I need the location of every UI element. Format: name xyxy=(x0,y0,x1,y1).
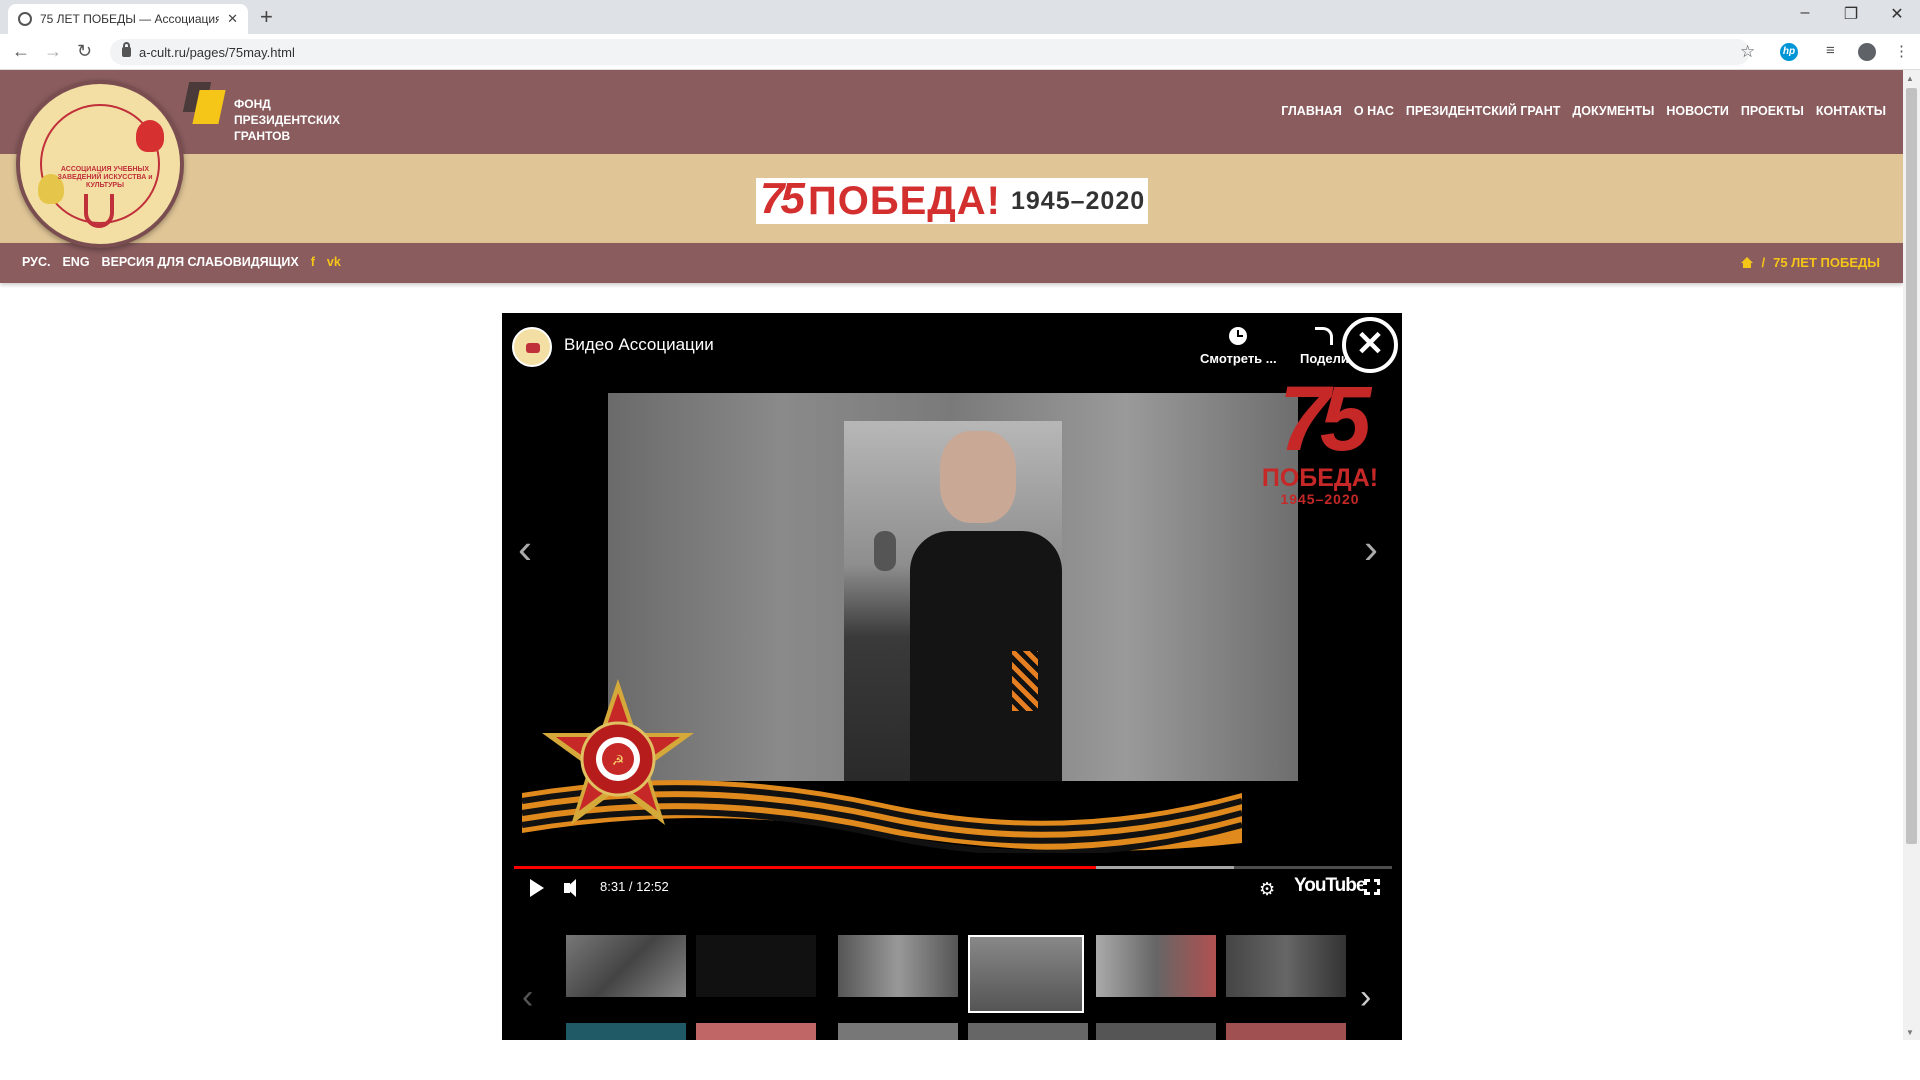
nav-news[interactable]: НОВОСТИ xyxy=(1666,104,1729,118)
tab-close-icon[interactable]: ✕ xyxy=(227,11,238,27)
watermark-years: 1945–2020 xyxy=(1280,491,1360,507)
breadcrumb-separator: / xyxy=(1761,255,1766,270)
main-nav: ГЛАВНАЯ О НАС ПРЕЗИДЕНТСКИЙ ГРАНТ ДОКУМЕ… xyxy=(1281,104,1886,118)
screen: 75 ЛЕТ ПОБЕДЫ — Ассоциация ✕ + – ❐ ✕ ← →… xyxy=(0,0,1920,1080)
lang-ru-link[interactable]: РУС. xyxy=(22,255,50,269)
lightbox-close-button[interactable]: ✕ xyxy=(1342,317,1398,373)
nav-grant[interactable]: ПРЕЗИДЕНТСКИЙ ГРАНТ xyxy=(1406,104,1561,118)
watermark-75: 75 xyxy=(1278,368,1371,470)
hp-extension-icon[interactable]: hp xyxy=(1780,43,1798,61)
next-slide-arrow-icon[interactable]: › xyxy=(1364,525,1378,573)
subnav: РУС. ENG ВЕРСИЯ ДЛЯ СЛАБОВИДЯЩИХ f vk xyxy=(22,255,341,269)
thumbnail-selected[interactable] xyxy=(960,927,1092,1021)
fullscreen-icon[interactable] xyxy=(1363,878,1383,898)
restore-icon[interactable]: ❐ xyxy=(1828,4,1874,24)
back-arrow-icon[interactable]: ← xyxy=(12,41,30,62)
thumbs-prev-arrow-icon[interactable]: ‹ xyxy=(522,978,533,1017)
association-logo[interactable]: АССОЦИАЦИЯ УЧЕБНЫХ ЗАВЕДЕНИЙ ИСКУССТВА и… xyxy=(16,80,184,248)
svg-text:☭: ☭ xyxy=(612,753,625,769)
thumbnail[interactable] xyxy=(838,1023,958,1040)
victory-word: ПОБЕДА! xyxy=(808,178,1001,223)
thumbnail[interactable] xyxy=(1096,1023,1216,1040)
victory-banner: 75 ПОБЕДА! 1945–2020 xyxy=(756,174,1148,224)
facebook-icon[interactable]: f xyxy=(311,255,315,269)
singer-body xyxy=(910,531,1062,781)
prev-slide-arrow-icon[interactable]: ‹ xyxy=(518,525,532,573)
lyre-icon xyxy=(84,194,114,228)
logo-text: АССОЦИАЦИЯ УЧЕБНЫХ ЗАВЕДЕНИЙ ИСКУССТВА и… xyxy=(57,166,153,189)
thumbnail[interactable] xyxy=(1226,935,1346,997)
profile-avatar[interactable] xyxy=(1858,43,1876,61)
progress-bar[interactable] xyxy=(514,866,1392,869)
share-icon xyxy=(1315,327,1334,345)
nav-documents[interactable]: ДОКУМЕНТЫ xyxy=(1572,104,1654,118)
presidential-grants-logo-text[interactable]: ФОНД ПРЕЗИДЕНТСКИХ ГРАНТОВ xyxy=(234,96,354,144)
thumbnail[interactable] xyxy=(696,935,816,997)
nav-projects[interactable]: ПРОЕКТЫ xyxy=(1741,104,1804,118)
bookmark-star-icon[interactable]: ☆ xyxy=(1740,42,1755,62)
low-vision-link[interactable]: ВЕРСИЯ ДЛЯ СЛАБОВИДЯЩИХ xyxy=(102,255,299,269)
media-control-icon[interactable]: ≡ xyxy=(1826,42,1835,59)
new-tab-button[interactable]: + xyxy=(260,6,273,28)
thumbnail[interactable] xyxy=(1096,935,1216,997)
scroll-up-arrow-icon[interactable]: ▲ xyxy=(1906,74,1914,83)
lock-icon xyxy=(122,42,131,57)
watch-later-button[interactable]: Смотреть ... xyxy=(1200,327,1277,366)
singer-head xyxy=(940,431,1016,523)
video-frame[interactable] xyxy=(608,393,1298,781)
vk-icon[interactable]: vk xyxy=(327,255,341,269)
browser-toolbar: ← → ↻ a-cult.ru/pages/75may.html ☆ hp ≡ … xyxy=(0,34,1920,70)
address-bar[interactable]: a-cult.ru/pages/75may.html xyxy=(110,39,1750,65)
play-icon[interactable] xyxy=(530,879,544,897)
globe-icon xyxy=(18,12,32,26)
st-george-ribbon xyxy=(1012,651,1038,711)
thumbnail[interactable] xyxy=(566,1023,686,1040)
thumbnail[interactable] xyxy=(1226,1023,1346,1040)
thumbnail[interactable] xyxy=(838,935,958,997)
browser-tab[interactable]: 75 ЛЕТ ПОБЕДЫ — Ассоциация ✕ xyxy=(8,4,248,34)
thumbs-next-arrow-icon[interactable]: › xyxy=(1360,978,1371,1017)
victory-watermark: 75 ПОБЕДА! 1945–2020 xyxy=(1252,373,1388,507)
volume-icon[interactable] xyxy=(564,879,576,897)
browser-tabstrip: 75 ЛЕТ ПОБЕДЫ — Ассоциация ✕ + – ❐ ✕ xyxy=(0,0,1920,34)
singer-image xyxy=(844,421,1062,781)
nav-about[interactable]: О НАС xyxy=(1354,104,1394,118)
channel-avatar[interactable] xyxy=(512,327,552,367)
nav-home[interactable]: ГЛАВНАЯ xyxy=(1281,104,1342,118)
breadcrumb-current: 75 ЛЕТ ПОБЕДЫ xyxy=(1773,255,1880,270)
window-close-icon[interactable]: ✕ xyxy=(1874,4,1920,24)
breadcrumb: / 75 ЛЕТ ПОБЕДЫ xyxy=(1741,255,1880,270)
scroll-down-arrow-icon[interactable]: ▼ xyxy=(1906,1028,1914,1037)
youtube-logo[interactable]: YouTube xyxy=(1294,875,1366,897)
microphone-image xyxy=(874,531,896,571)
presidential-grants-logo-icon[interactable] xyxy=(182,82,226,124)
video-lightbox: Видео Ассоциации Смотреть ... Подели 75 … xyxy=(502,313,1402,1040)
clock-icon xyxy=(1229,327,1248,345)
forward-arrow-icon[interactable]: → xyxy=(44,41,62,62)
settings-gear-icon[interactable]: ⚙ xyxy=(1259,879,1275,900)
order-star-icon: ☭ xyxy=(538,675,698,835)
thumbnail-strip xyxy=(566,923,1356,1040)
thumbnail[interactable] xyxy=(566,935,686,997)
menu-kebab-icon[interactable]: ⋮ xyxy=(1894,42,1909,60)
progress-played xyxy=(514,866,1096,869)
time-display: 8:31 / 12:52 xyxy=(600,879,669,894)
victory-years: 1945–2020 xyxy=(1011,186,1146,215)
nav-contacts[interactable]: КОНТАКТЫ xyxy=(1816,104,1886,118)
tragedy-mask-icon xyxy=(136,120,164,152)
watermark-word: ПОБЕДА! xyxy=(1261,464,1379,492)
url-text: a-cult.ru/pages/75may.html xyxy=(139,44,295,60)
reload-icon[interactable]: ↻ xyxy=(77,41,92,62)
page-scrollbar-thumb[interactable] xyxy=(1906,88,1917,844)
video-title[interactable]: Видео Ассоциации xyxy=(564,335,714,355)
lang-en-link[interactable]: ENG xyxy=(62,255,89,269)
thumbnail[interactable] xyxy=(696,1023,816,1040)
thumbnail[interactable] xyxy=(968,1023,1088,1040)
home-icon[interactable] xyxy=(1741,257,1754,268)
minimize-icon[interactable]: – xyxy=(1782,4,1828,22)
tab-title: 75 ЛЕТ ПОБЕДЫ — Ассоциация xyxy=(40,12,220,26)
victory-75-mark: 75 xyxy=(760,174,805,223)
